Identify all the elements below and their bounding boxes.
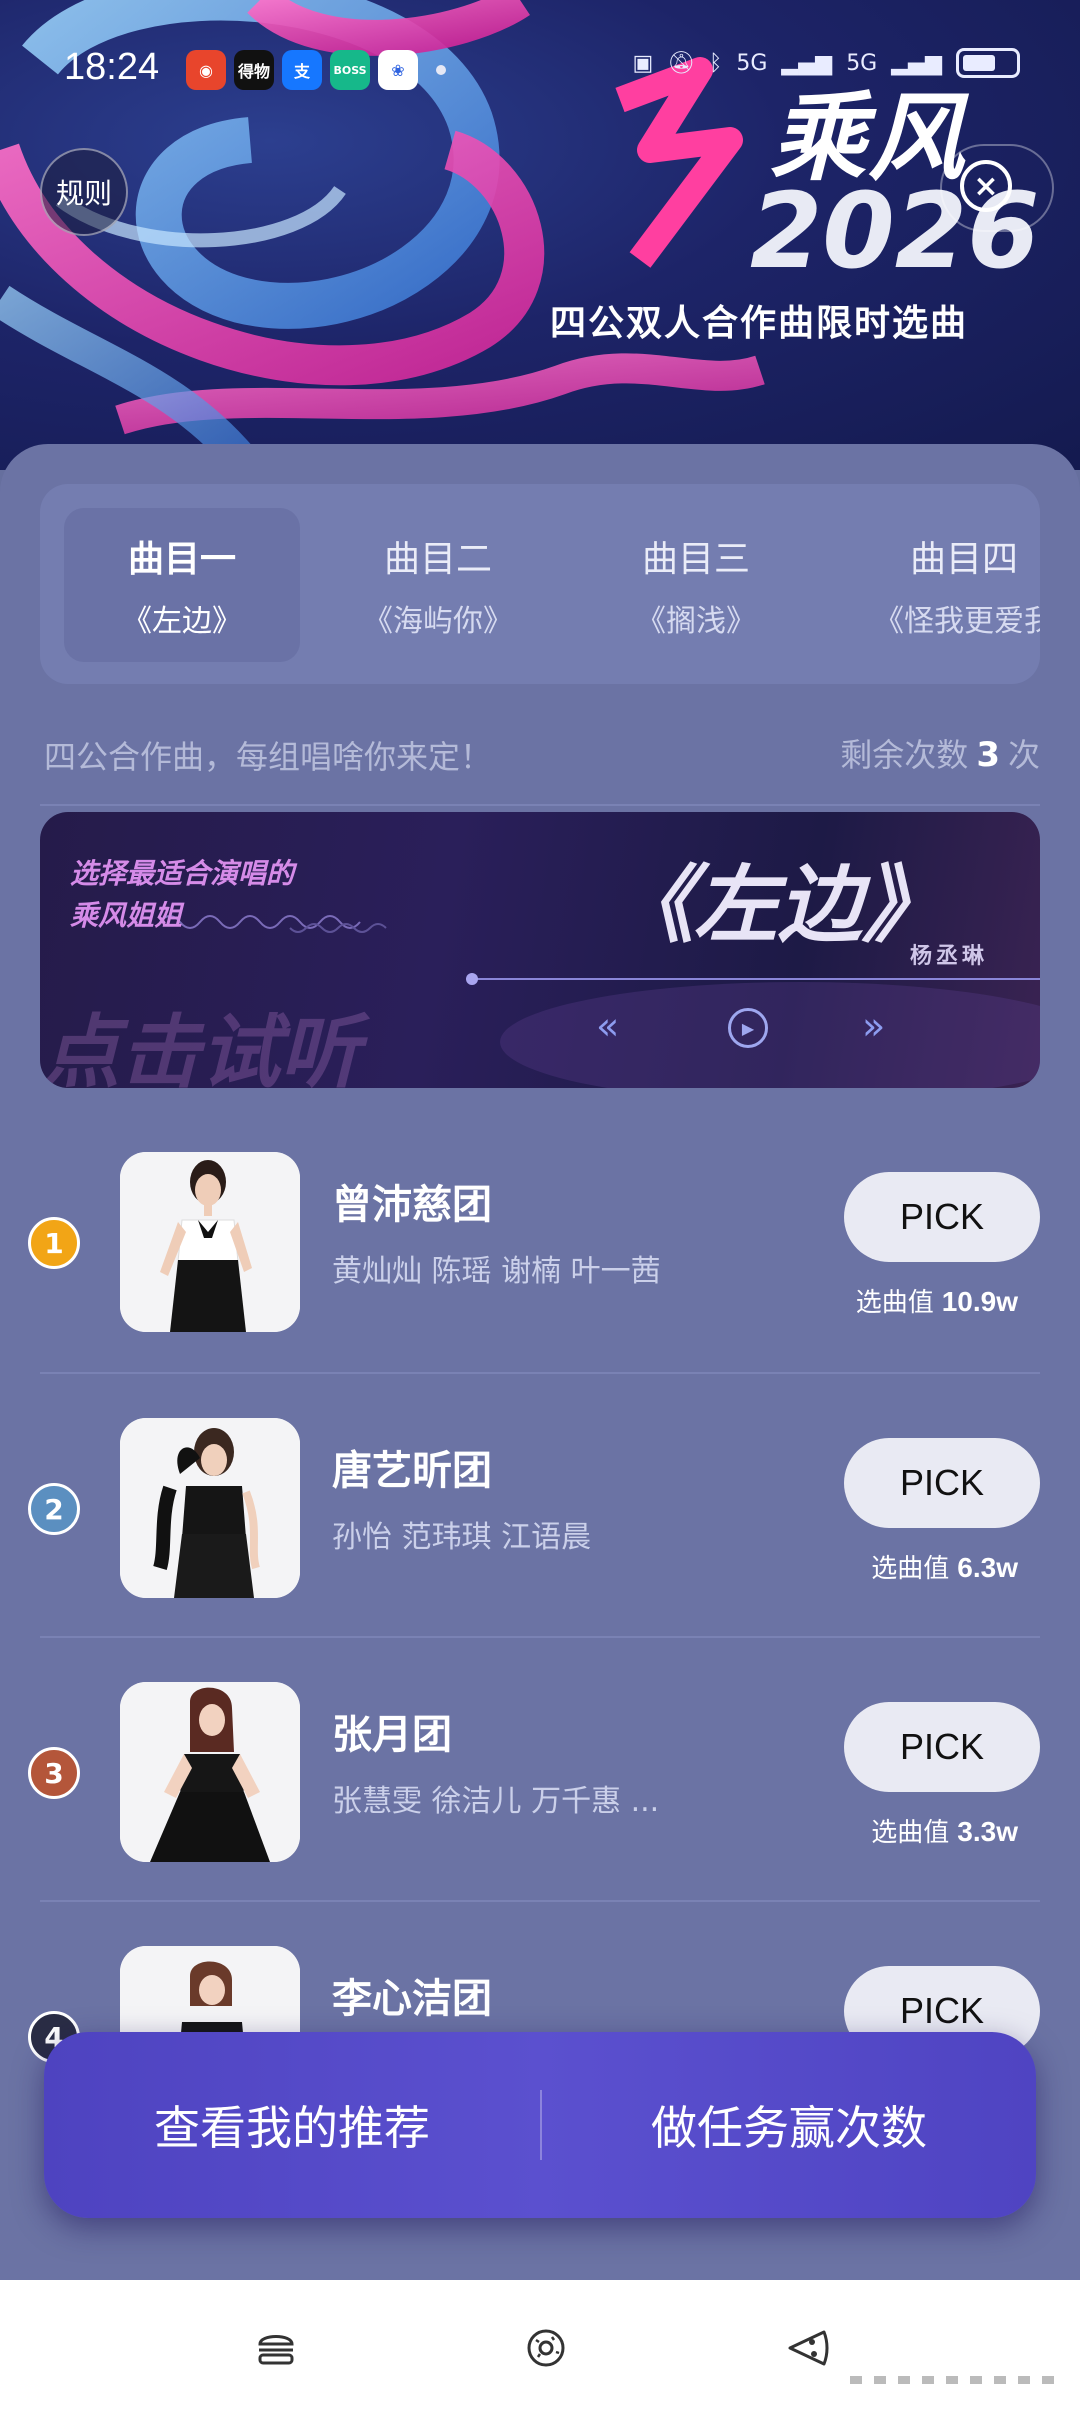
rank-badge: 3 [28,1747,80,1799]
audio-preview-card[interactable]: 选择最适合演唱的 乘风姐姐 点击试听 《左边》 杨丞琳 « ▶ » [40,812,1040,1088]
pick-button[interactable]: PICK [844,1438,1040,1528]
preview-song-title: 《左边》 [610,855,947,954]
tab-title: 曲目二 [383,539,492,580]
team-name: 张月团 [332,1712,452,1758]
pick-value-number: 10.9w [941,1286,1018,1317]
team-members: 孙怡 范玮琪 江语晨 [332,1520,592,1555]
previous-icon[interactable]: « [596,1004,619,1048]
rank-badge: 1 [28,1217,80,1269]
tab-title: 曲目一 [127,539,236,580]
pick-value-label: 选曲值 [871,1818,950,1848]
rules-label: 规则 [55,177,112,210]
divider [40,1636,1040,1638]
tab-song-name: 《怪我更爱我 [874,604,1040,639]
tagline: 四公合作曲，每组唱啥你来定！ [44,738,493,776]
rank-badge: 2 [28,1483,80,1535]
team-avatar [120,1682,300,1862]
close-icon[interactable]: × [960,160,1012,212]
tab-song-name: 《搁浅》 [636,604,756,639]
remain-number: 3 [976,735,1000,775]
singer-photo [120,1682,300,1862]
pick-button[interactable]: PICK [844,1172,1040,1262]
preview-singer: 杨丞琳 [910,944,989,969]
next-icon[interactable]: » [862,1004,885,1048]
pick-button[interactable]: PICK [844,1702,1040,1792]
tab-title: 曲目三 [641,539,750,580]
team-avatar [120,1418,300,1598]
status-time: 18:24 [64,46,160,88]
dewu-icon: 得物 [234,50,274,90]
tab-song-2[interactable]: 曲目二 《海屿你》 [320,508,556,662]
home-indicator [850,2376,1054,2384]
tab-song-name: 《左边》 [122,604,242,639]
team-row: 3 张月团 张慧雯 徐洁儿 万千惠 ... PICK 选曲值 3.3w [0,1660,1080,1924]
tab-song-1[interactable]: 曲目一 《左边》 [64,508,300,662]
header-banner: 18:24 ◉ 得物 支 BOSS ❀ ▣ 🔕︎ ᛒ 5G ▂▄▆ 5G ▂▄▆… [0,0,1080,470]
progress-handle[interactable] [466,973,478,985]
status-app-icons: ◉ 得物 支 BOSS ❀ [186,50,446,90]
weibo-icon: ◉ [186,50,226,90]
remain-suffix: 次 [1007,736,1040,774]
pick-value-label: 选曲值 [855,1288,934,1318]
singer-photo [120,1418,300,1598]
pick-value-label: 选曲值 [871,1554,950,1584]
banner-subtitle: 四公双人合作曲限时选曲 [550,303,969,344]
team-row: 1 曾沛慈团 黄灿灿 陈瑶 谢楠 叶一茜 PICK 选曲值 10.9w [0,1130,1080,1394]
team-members: 张慧雯 徐洁儿 万千惠 ... [332,1784,660,1819]
my-recommendations-button[interactable]: 查看我的推荐 [44,2032,540,2218]
remaining-count: 剩余次数 3 次 [840,730,1040,776]
card-prompt-line2: 乘风姐姐 [70,899,183,932]
card-prompt-line1: 选择最适合演唱的 [70,857,295,890]
baidu-icon: ❀ [378,50,418,90]
more-notifications-dot [436,65,446,75]
listen-hint: 点击试听 [40,1005,360,1088]
remain-prefix: 剩余次数 [840,736,969,774]
tab-song-3[interactable]: 曲目三 《搁浅》 [578,508,814,662]
bottom-navigation [0,2280,1080,2412]
floating-action-bar: 查看我的推荐 做任务赢次数 [44,2032,1036,2218]
boss-icon: BOSS [330,50,370,90]
divider [40,1900,1040,1902]
rules-button[interactable]: 规则 [40,148,128,236]
pick-value: 选曲值 3.3w [871,1812,1018,1849]
song-tabs: 曲目一 《左边》 曲目二 《海屿你》 曲目三 《搁浅》 曲目四 《怪我更爱我 [40,484,1040,684]
tab-title: 曲目四 [909,539,1018,580]
progress-track[interactable] [470,978,1040,980]
pick-value: 选曲值 6.3w [871,1548,1018,1585]
donut-icon[interactable] [522,2324,570,2372]
team-avatar [120,1152,300,1332]
alipay-icon: 支 [282,50,322,90]
divider [40,804,1040,806]
burger-icon[interactable] [252,2324,300,2372]
team-members: 黄灿灿 陈瑶 谢楠 叶一茜 [332,1254,661,1289]
pizza-icon[interactable] [784,2324,832,2372]
pick-value-number: 3.3w [957,1816,1018,1847]
team-row: 2 唐艺昕团 孙怡 范玮琪 江语晨 PICK 选曲值 6.3w [0,1396,1080,1660]
divider [40,1372,1040,1374]
team-name: 李心洁团 [332,1976,492,2022]
singer-photo [120,1152,300,1332]
team-name: 唐艺昕团 [332,1448,492,1494]
pick-value: 选曲值 10.9w [856,1282,1018,1319]
team-name: 曾沛慈团 [332,1182,492,1228]
play-icon[interactable]: ▶ [728,1008,768,1048]
tab-song-4[interactable]: 曲目四 《怪我更爱我 [844,508,1040,662]
tab-song-name: 《海屿你》 [363,604,513,639]
earn-chances-button[interactable]: 做任务赢次数 [542,2032,1036,2218]
pick-value-number: 6.3w [957,1552,1018,1583]
